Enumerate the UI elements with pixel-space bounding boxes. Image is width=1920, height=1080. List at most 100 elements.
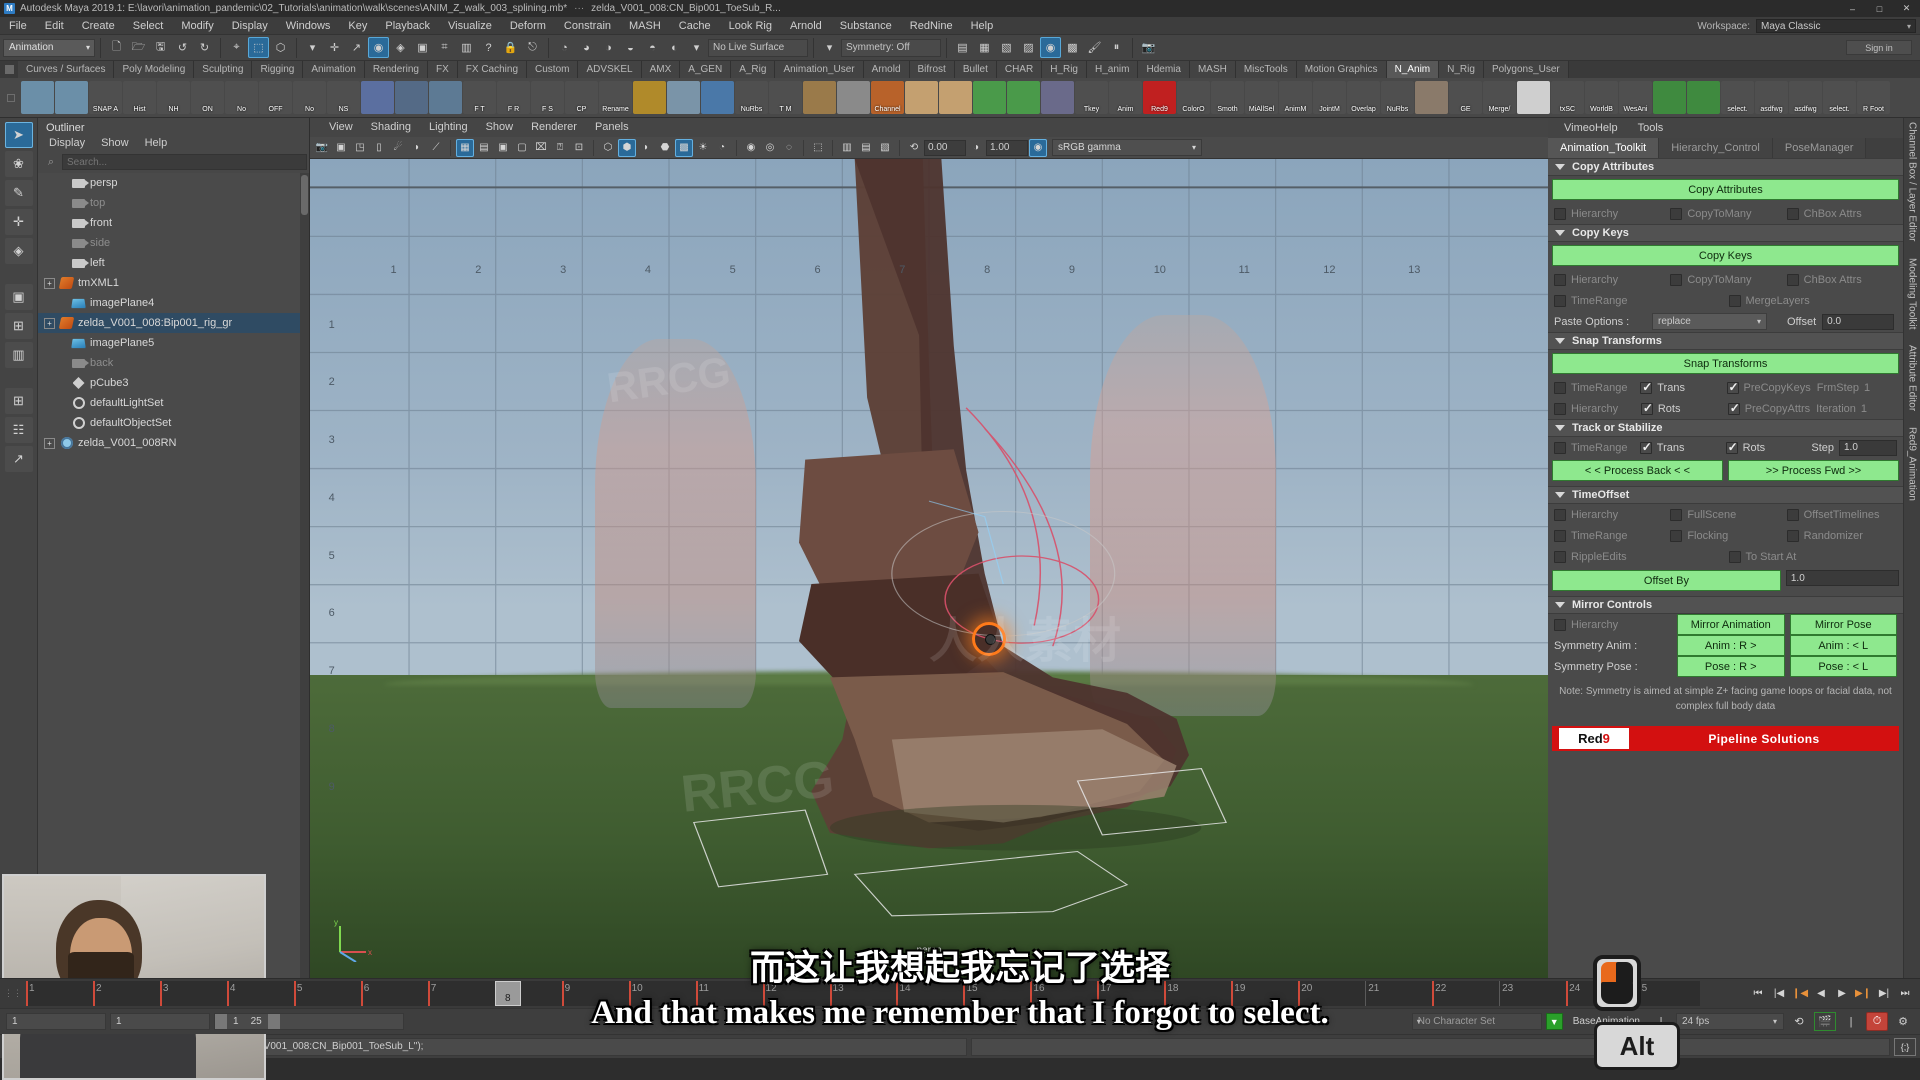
shelf-tag-icon[interactable] xyxy=(837,81,870,114)
grid-toggle-icon[interactable]: ▦ xyxy=(456,138,474,157)
layout-single-icon[interactable]: ⊞ xyxy=(4,313,33,339)
ao-icon[interactable]: ◉ xyxy=(742,139,760,157)
playback-preferences-icon[interactable]: ⚙ xyxy=(1892,1012,1914,1031)
outliner-item-imageplane5[interactable]: imagePlane5 xyxy=(38,333,309,353)
step-fwd-frame-icon[interactable]: ▶❙ xyxy=(1854,985,1872,1003)
animation-preferences-icon[interactable]: ⏱ xyxy=(1866,1012,1888,1031)
xray-joints-icon[interactable]: ⍰ xyxy=(551,139,569,157)
shaded-wireframe-icon[interactable]: ⬣ xyxy=(656,139,674,157)
checkbox-to-start-at[interactable]: To Start At xyxy=(1728,550,1898,563)
motion-blur-icon[interactable]: ⟋ xyxy=(427,139,445,157)
shelf-cp[interactable]: CP xyxy=(565,81,598,114)
symmetry-pose-button-0[interactable]: Pose : R > xyxy=(1677,656,1785,677)
mirror-pose-button[interactable]: Mirror Pose xyxy=(1789,614,1897,635)
anim-layer-icon[interactable]: ▼ xyxy=(1545,1013,1563,1030)
checkbox-box[interactable] xyxy=(1554,381,1566,394)
checkbox-randomizer[interactable]: Randomizer xyxy=(1786,529,1897,542)
shelf-bread-2[interactable] xyxy=(939,81,972,114)
shelf-green-2[interactable] xyxy=(1007,81,1040,114)
red9-menu-tools[interactable]: Tools xyxy=(1630,122,1672,134)
section-main-button[interactable]: Copy Keys xyxy=(1552,245,1899,266)
close-button[interactable]: ✕ xyxy=(1893,0,1920,17)
shelf-tab-a-gen[interactable]: A_GEN xyxy=(680,61,732,78)
checkbox-value[interactable]: 1 xyxy=(1861,403,1867,415)
checkbox-value[interactable]: 1 xyxy=(1864,382,1870,394)
shelf-snap-a[interactable]: SNAP A xyxy=(89,81,122,114)
red9-menu-vimeohelp[interactable]: VimeoHelp xyxy=(1556,122,1626,134)
outliner-menu-display[interactable]: Display xyxy=(42,136,92,150)
checkbox-box[interactable] xyxy=(1554,529,1566,542)
checkbox-box[interactable] xyxy=(1670,273,1683,286)
viewport-menu-view[interactable]: View xyxy=(320,118,362,137)
red9-footer-bar[interactable]: Red 9 Pipeline Solutions xyxy=(1552,726,1899,751)
shelf-tab-char[interactable]: CHAR xyxy=(996,61,1043,78)
checkbox-box[interactable] xyxy=(1670,207,1683,220)
checkbox-timerange[interactable]: TimeRange xyxy=(1554,294,1723,307)
show-channel-box-icon[interactable]: ▤ xyxy=(952,37,973,58)
checkbox-timerange[interactable]: TimeRange xyxy=(1554,441,1634,454)
shelf-tab-motion-graphics[interactable]: Motion Graphics xyxy=(1296,61,1387,78)
outliner-search-input[interactable] xyxy=(62,154,307,170)
snap-curve-icon[interactable]: ↗ xyxy=(346,37,367,58)
outliner-item-imageplane4[interactable]: imagePlane4 xyxy=(38,293,309,313)
collapse-arrow-icon[interactable] xyxy=(1555,338,1565,344)
script-editor-icon[interactable]: {;} xyxy=(1894,1037,1916,1056)
menu-cache[interactable]: Cache xyxy=(670,17,720,35)
loop-icon[interactable]: ⟲ xyxy=(1788,1012,1810,1031)
outliner-item-defaultlightset[interactable]: defaultLightSet xyxy=(38,393,309,413)
shelf-rfoot[interactable]: R Foot xyxy=(1857,81,1890,114)
range-slider[interactable]: 1 25 xyxy=(214,1013,404,1030)
shelf-anim[interactable]: Anim xyxy=(1109,81,1142,114)
shelf-tab-rendering[interactable]: Rendering xyxy=(364,61,428,78)
shelf-tab-h-rig[interactable]: H_Rig xyxy=(1042,61,1087,78)
checkbox-box[interactable] xyxy=(1725,440,1738,454)
menu-key[interactable]: Key xyxy=(339,17,376,35)
render-current-frame-icon[interactable]: ◔ xyxy=(554,37,575,58)
shelf-coloro[interactable]: ColorO xyxy=(1177,81,1210,114)
snap-point-icon[interactable]: ◉ xyxy=(368,37,389,58)
outliner-layout-icon[interactable]: ☷ xyxy=(4,417,33,443)
motion-trail-icon[interactable]: ◎ xyxy=(761,139,779,157)
outliner-item-front[interactable]: front xyxy=(38,213,309,233)
exposure-reset-icon[interactable]: ⟲ xyxy=(905,139,923,157)
shelf-merge[interactable]: Merge/ xyxy=(1483,81,1516,114)
shelf-tab-n-anim[interactable]: N_Anim xyxy=(1386,61,1440,78)
menu-playback[interactable]: Playback xyxy=(376,17,439,35)
new-scene-icon[interactable]: 🗋 xyxy=(106,37,127,58)
workspace-dropdown[interactable]: Maya Classic xyxy=(1756,19,1916,33)
shelf-asdfwg[interactable]: asdfwg xyxy=(1755,81,1788,114)
shelf-tab-animation-user[interactable]: Animation_User xyxy=(775,61,864,78)
checkbox-iteration[interactable]: Iteration 1 xyxy=(1816,403,1897,415)
sign-in-button[interactable]: Sign in xyxy=(1846,40,1912,55)
hierarchy-checkbox[interactable] xyxy=(1554,618,1566,631)
offset-input[interactable]: 0.0 xyxy=(1822,313,1895,330)
checkbox-timerange[interactable]: TimeRange xyxy=(1554,529,1664,542)
timeline-track[interactable]: 1234567891011121314151617181920212223242… xyxy=(26,981,1700,1006)
redo-icon[interactable]: ↻ xyxy=(194,37,215,58)
use-all-lights-icon[interactable]: ☀ xyxy=(694,139,712,157)
graph-editor-icon[interactable]: ↗ xyxy=(4,446,33,472)
step-back-key-icon[interactable]: |◀ xyxy=(1770,985,1788,1003)
shelf-sparkle-1[interactable] xyxy=(21,81,54,114)
shelf-green-1[interactable] xyxy=(973,81,1006,114)
menu-substance[interactable]: Substance xyxy=(831,17,901,35)
collapse-arrow-icon[interactable] xyxy=(1555,164,1565,170)
collapse-arrow-icon[interactable] xyxy=(1555,230,1565,236)
shelf-channel[interactable]: Channel xyxy=(871,81,904,114)
shelf-ft[interactable]: F T xyxy=(463,81,496,114)
shelf-tab-fx[interactable]: FX xyxy=(427,61,458,78)
viewport-menu-renderer[interactable]: Renderer xyxy=(522,118,586,137)
expand-toggle-icon[interactable]: + xyxy=(44,437,55,449)
checkbox-copytomany[interactable]: CopyToMany xyxy=(1670,207,1780,220)
shelf-ge[interactable]: GE xyxy=(1449,81,1482,114)
select-object-icon[interactable]: ⬚ xyxy=(248,37,269,58)
shelf-no[interactable]: No xyxy=(225,81,258,114)
open-scene-icon[interactable]: 🗁 xyxy=(128,37,149,58)
go-to-end-icon[interactable]: ⏭ xyxy=(1896,985,1914,1003)
shelf-photo-icon[interactable] xyxy=(1415,81,1448,114)
section-header-snap-transforms[interactable]: Snap Transforms xyxy=(1548,332,1903,350)
step-fwd-key-icon[interactable]: ▶| xyxy=(1875,985,1893,1003)
section-main-button[interactable]: Snap Transforms xyxy=(1552,353,1899,374)
outliner-menu-show[interactable]: Show xyxy=(94,136,136,150)
shadows-icon[interactable]: ◗ xyxy=(408,139,426,157)
